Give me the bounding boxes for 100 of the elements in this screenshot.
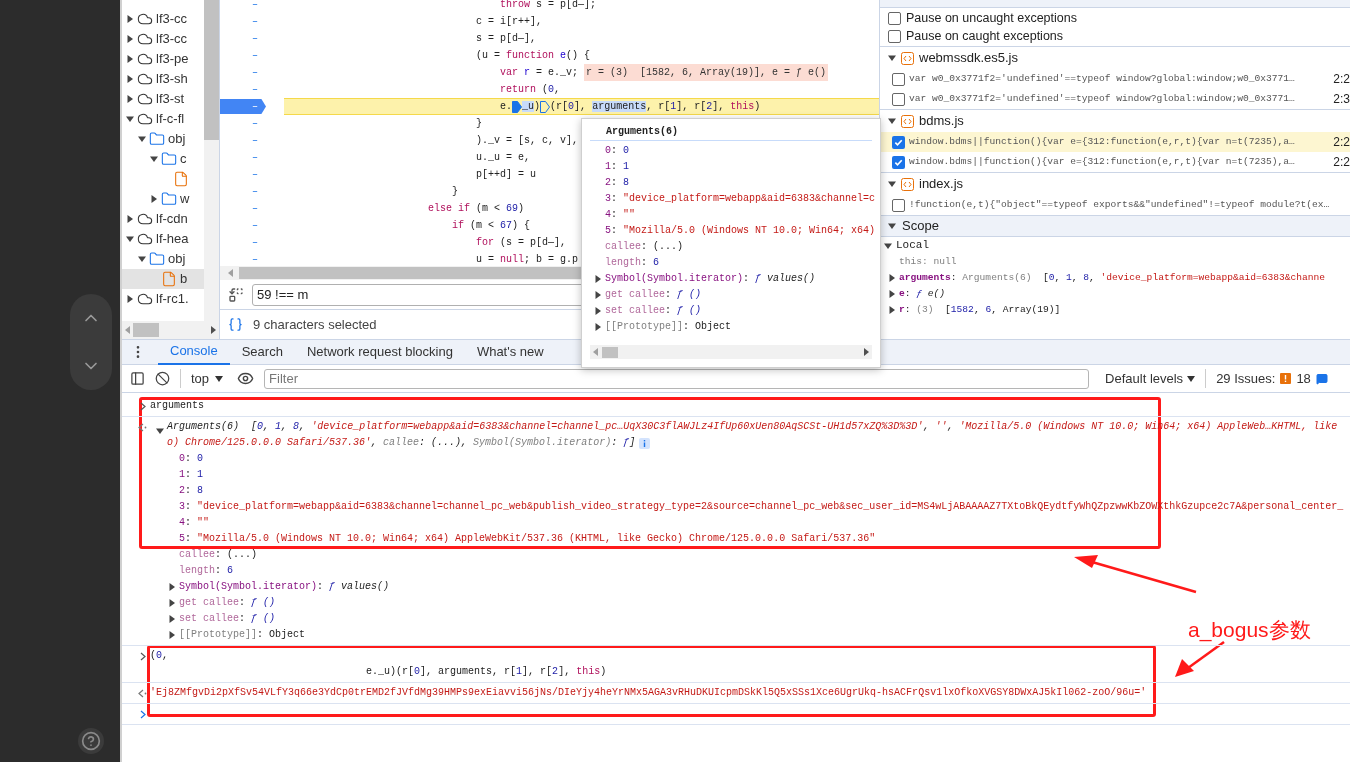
collapsed-triangle-icon[interactable]: [888, 290, 896, 298]
step-target-icon[interactable]: [540, 100, 551, 113]
collapsed-triangle-icon[interactable]: [888, 274, 896, 282]
horizontal-scrollbar[interactable]: [122, 321, 219, 339]
breakpoint-marker[interactable]: –: [220, 99, 266, 114]
tree-item[interactable]: obj: [122, 129, 205, 149]
collapsed-triangle-icon[interactable]: [126, 75, 134, 83]
tree-item[interactable]: lf-hea: [122, 229, 205, 249]
tree-item[interactable]: lf3-cc: [122, 9, 205, 29]
info-icon[interactable]: [639, 437, 651, 449]
line-gutter[interactable]: –: [220, 48, 266, 63]
scrollbar-thumb[interactable]: [602, 346, 618, 358]
expanded-triangle-icon[interactable]: [884, 241, 892, 250]
checkbox[interactable]: [888, 29, 901, 43]
tree-item[interactable]: obj: [122, 249, 205, 269]
sidebar-toggle-icon[interactable]: [130, 371, 145, 386]
drawer-tab[interactable]: Console: [158, 339, 230, 365]
checkbox[interactable]: [892, 155, 905, 169]
collapsed-triangle-icon[interactable]: [168, 631, 176, 639]
tree-item[interactable]: b: [122, 269, 205, 289]
tree-item[interactable]: lf-cdn: [122, 209, 205, 229]
collapsed-triangle-icon[interactable]: [594, 307, 602, 315]
collapsed-triangle-icon[interactable]: [126, 15, 134, 23]
collapsed-triangle-icon[interactable]: [168, 583, 176, 591]
horizontal-scrollbar[interactable]: [590, 345, 872, 359]
tree-item[interactable]: lf-rc1.: [122, 289, 205, 309]
line-gutter[interactable]: –: [220, 31, 266, 46]
drawer-tab[interactable]: What's new: [464, 339, 556, 365]
expanded-triangle-icon[interactable]: [150, 155, 158, 163]
breakpoint-item[interactable]: var w0_0x3771f2='undefined'==typeof window?global:window;w0_0x3771… 2:2: [880, 69, 1350, 89]
expanded-triangle-icon[interactable]: [156, 427, 164, 435]
breakpoint-item[interactable]: window.bdms||function(){var e={312:function(e,r,t){var n=t(7235),a… 2:2: [880, 132, 1350, 152]
breakpoint-item[interactable]: var w0_0x3771f2='undefined'==typeof window?global:window;w0_0x3771… 2:3: [880, 89, 1350, 109]
expanded-triangle-icon[interactable]: [126, 235, 134, 243]
collapsed-triangle-icon[interactable]: [168, 599, 176, 607]
line-gutter[interactable]: –: [220, 167, 266, 182]
checkbox[interactable]: [888, 11, 901, 25]
filter-field[interactable]: Filter: [264, 368, 1090, 389]
checkbox[interactable]: [892, 198, 905, 212]
help-icon[interactable]: [81, 731, 101, 751]
collapsed-triangle-icon[interactable]: [126, 55, 134, 63]
line-gutter[interactable]: –: [220, 218, 266, 233]
live-expression-icon[interactable]: [237, 370, 255, 387]
checkbox[interactable]: [892, 92, 905, 106]
tree-item[interactable]: w: [122, 189, 205, 209]
line-gutter[interactable]: –: [220, 201, 266, 216]
tree-item[interactable]: lf3-cc: [122, 29, 205, 49]
expanded-triangle-icon[interactable]: [126, 115, 134, 123]
scroll-right-icon[interactable]: [211, 326, 216, 334]
scrollbar-thumb[interactable]: [204, 0, 219, 140]
line-gutter[interactable]: –: [220, 184, 266, 199]
drawer-tab[interactable]: Search: [229, 339, 295, 365]
prompt-chevron-icon[interactable]: [140, 709, 147, 719]
tree-item[interactable]: lf3-pe: [122, 49, 205, 69]
collapsed-triangle-icon[interactable]: [126, 215, 134, 223]
line-gutter[interactable]: –: [220, 150, 266, 165]
collapsed-triangle-icon[interactable]: [150, 195, 158, 203]
breakpoint-item[interactable]: window.bdms||function(){var e={312:function(e,r,t){var n=t(7235),a… 2:2: [880, 152, 1350, 172]
collapsed-triangle-icon[interactable]: [594, 291, 602, 299]
tree-item[interactable]: lf3-st: [122, 89, 205, 109]
context-dropdown[interactable]: top: [180, 368, 224, 389]
scrollbar-thumb[interactable]: [133, 323, 159, 337]
log-levels-dropdown[interactable]: Default levels: [1105, 368, 1196, 389]
tree-item[interactable]: lf3-sh: [122, 69, 205, 89]
clear-console-icon[interactable]: [155, 371, 170, 386]
collapsed-triangle-icon[interactable]: [168, 615, 176, 623]
expanded-triangle-icon[interactable]: [888, 54, 896, 62]
expanded-triangle-icon[interactable]: [888, 222, 896, 230]
line-gutter[interactable]: –: [220, 14, 266, 29]
tree-item[interactable]: lf-c-fl: [122, 109, 205, 129]
collapsed-triangle-icon[interactable]: [126, 295, 134, 303]
collapsed-triangle-icon[interactable]: [126, 35, 134, 43]
line-gutter[interactable]: –: [220, 252, 266, 266]
collapsed-triangle-icon[interactable]: [594, 323, 602, 331]
expanded-triangle-icon[interactable]: [138, 255, 146, 263]
tree-item[interactable]: c: [122, 149, 205, 169]
breakpoint-item[interactable]: !function(e,t){"object"==typeof exports&&"undefined"!=typeof module?t(ex…: [880, 195, 1350, 215]
collapsed-triangle-icon[interactable]: [888, 306, 896, 314]
collapsed-triangle-icon[interactable]: [126, 95, 134, 103]
expanded-triangle-icon[interactable]: [888, 117, 896, 125]
cloud-icon: [137, 231, 153, 247]
line-gutter[interactable]: –: [220, 133, 266, 148]
collapsed-triangle-icon[interactable]: [594, 275, 602, 283]
vertical-scrollbar[interactable]: [204, 0, 219, 321]
line-gutter[interactable]: –: [220, 116, 266, 131]
expanded-triangle-icon[interactable]: [138, 135, 146, 143]
checkbox[interactable]: [892, 72, 905, 86]
cloud-icon: [137, 111, 153, 127]
replace-icon[interactable]: [228, 286, 244, 303]
line-gutter[interactable]: –: [220, 65, 266, 80]
drawer-tab[interactable]: Network request blocking: [294, 339, 465, 365]
step-marker-icon[interactable]: [512, 100, 523, 113]
line-gutter[interactable]: –: [220, 0, 266, 12]
checkbox[interactable]: [892, 135, 905, 149]
scope-header[interactable]: Scope: [880, 216, 1350, 237]
pretty-print-icon[interactable]: [228, 317, 243, 332]
line-gutter[interactable]: –: [220, 235, 266, 250]
line-gutter[interactable]: –: [220, 82, 266, 97]
scroll-right-icon[interactable]: [864, 348, 869, 356]
expanded-triangle-icon[interactable]: [888, 180, 896, 188]
